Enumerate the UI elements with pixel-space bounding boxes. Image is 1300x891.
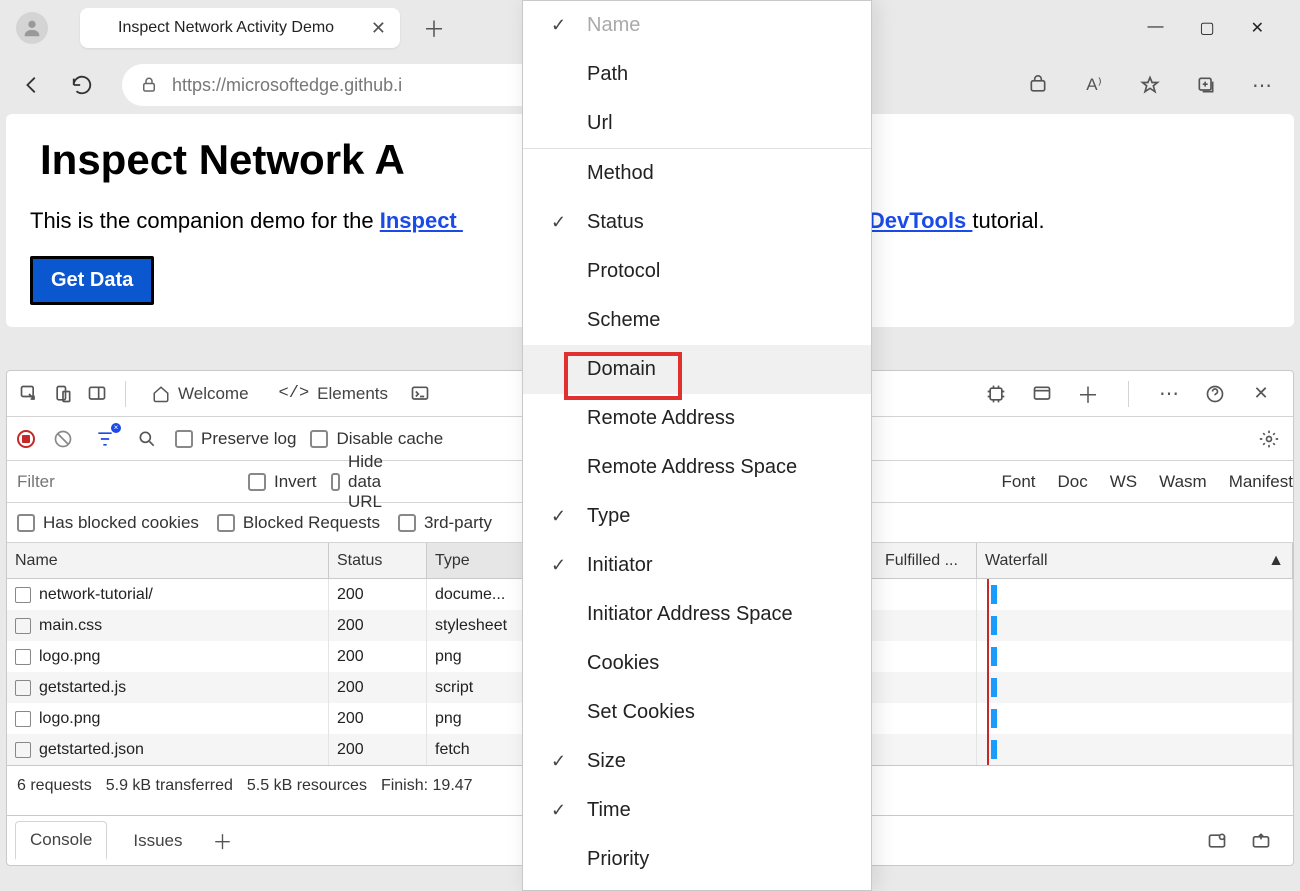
maximize-icon[interactable]: ▢ [1199,18,1214,38]
close-tab-icon[interactable]: ✕ [359,18,386,39]
menu-item-status[interactable]: ✓Status [523,198,871,247]
check-icon: ✓ [551,15,566,36]
disable-cache-checkbox[interactable]: Disable cache [310,429,443,449]
profile-avatar[interactable] [16,12,48,44]
collections-icon[interactable] [1188,67,1224,103]
read-aloud-icon[interactable]: A⁾ [1076,67,1112,103]
issues-badge-icon[interactable] [1203,827,1231,855]
type-ws[interactable]: WS [1110,472,1137,492]
menu-item-initiator[interactable]: ✓Initiator [523,541,871,590]
menu-item-protocol[interactable]: Protocol [523,247,871,296]
favorite-icon[interactable] [1132,67,1168,103]
menu-item-url[interactable]: Url [523,99,871,148]
third-party-checkbox[interactable]: 3rd-party [398,513,492,533]
menu-item-initiator-address-space[interactable]: Initiator Address Space [523,590,871,639]
get-data-button[interactable]: Get Data [30,256,154,305]
minimize-icon[interactable]: — [1147,18,1163,38]
help-icon[interactable] [1201,380,1229,408]
shopping-icon[interactable] [1020,67,1056,103]
invert-checkbox[interactable]: Invert [248,472,317,492]
check-icon: ✓ [551,751,566,772]
tab-welcome[interactable]: Welcome [140,371,261,417]
type-manifest[interactable]: Manifest [1229,472,1293,492]
url-text: https://microsoftedge.github.i [172,75,402,96]
close-window-icon[interactable]: ✕ [1251,18,1264,38]
console-badge-icon[interactable] [406,380,434,408]
col-status[interactable]: Status [329,543,427,578]
type-filters: Font Doc WS Wasm Manifest Other [1002,472,1300,492]
menu-item-path[interactable]: Path [523,50,871,99]
menu-item-size[interactable]: ✓Size [523,737,871,786]
dock-icon[interactable] [83,380,111,408]
blocked-requests-checkbox[interactable]: Blocked Requests [217,513,380,533]
check-icon: ✓ [551,506,566,527]
type-doc[interactable]: Doc [1058,472,1088,492]
expand-drawer-icon[interactable] [1247,827,1275,855]
page-title: Inspect Network A [40,136,405,184]
menu-item-cookies[interactable]: Cookies [523,639,871,688]
lock-icon [140,76,158,94]
column-context-menu[interactable]: ✓NamePathUrlMethod✓StatusProtocolSchemeD… [522,0,872,891]
menu-item-remote-address-space[interactable]: Remote Address Space [523,443,871,492]
col-type[interactable]: Type [427,543,527,578]
menu-item-set-cookies[interactable]: Set Cookies [523,688,871,737]
col-fulfilled[interactable]: Fulfilled ... [877,543,977,578]
search-icon[interactable] [133,425,161,453]
menu-item-method[interactable]: Method [523,149,871,198]
more-devtools-icon[interactable]: ⋯ [1155,380,1183,408]
menu-item-priority[interactable]: Priority [523,835,871,884]
record-button[interactable] [17,430,35,448]
tab-issues[interactable]: Issues [119,823,196,859]
close-devtools-icon[interactable]: ✕ [1247,380,1275,408]
file-icon [15,742,31,758]
sort-icon: ▲ [1268,552,1284,570]
add-drawer-tab-icon[interactable]: ＋ [209,827,237,855]
check-icon: ✓ [551,555,566,576]
refresh-button[interactable] [64,67,100,103]
link-inspect[interactable]: Inspect [380,208,463,233]
new-tab-button[interactable]: ＋ [414,8,454,48]
more-icon[interactable]: ⋯ [1244,67,1280,103]
check-icon: ✓ [551,212,566,233]
filter-icon[interactable]: × [91,425,119,453]
menu-item-time[interactable]: ✓Time [523,786,871,835]
type-wasm[interactable]: Wasm [1159,472,1207,492]
type-font[interactable]: Font [1002,472,1036,492]
back-button[interactable] [14,67,50,103]
menu-item-domain[interactable]: Domain [523,345,871,394]
tab-title: Inspect Network Activity Demo [118,19,359,37]
tab-console[interactable]: Console [15,821,107,860]
browser-tab[interactable]: Inspect Network Activity Demo ✕ [80,8,400,48]
file-icon [15,711,31,727]
menu-item-type[interactable]: ✓Type [523,492,871,541]
filter-input[interactable] [7,461,248,502]
preserve-log-checkbox[interactable]: Preserve log [175,429,296,449]
col-waterfall[interactable]: Waterfall▲ [977,543,1293,578]
file-icon [15,680,31,696]
has-blocked-cookies-checkbox[interactable]: Has blocked cookies [17,513,199,533]
file-icon [15,618,31,634]
edge-icon [90,19,108,37]
person-icon [21,17,43,39]
add-tab-icon[interactable]: ＋ [1074,380,1102,408]
file-icon [15,649,31,665]
home-icon [152,385,170,403]
window-controls: — ▢ ✕ [1147,18,1292,38]
tab-elements[interactable]: </>Elements [267,371,400,417]
code-icon: </> [279,384,310,403]
menu-item-name: ✓Name [523,1,871,50]
menu-item-remote-address[interactable]: Remote Address [523,394,871,443]
file-icon [15,587,31,603]
clear-icon[interactable] [49,425,77,453]
memory-icon[interactable] [982,380,1010,408]
application-icon[interactable] [1028,380,1056,408]
check-icon: ✓ [551,800,566,821]
col-name[interactable]: Name [7,543,329,578]
settings-icon[interactable] [1255,425,1283,453]
menu-item-scheme[interactable]: Scheme [523,296,871,345]
device-toggle-icon[interactable] [49,380,77,408]
inspect-element-icon[interactable] [15,380,43,408]
